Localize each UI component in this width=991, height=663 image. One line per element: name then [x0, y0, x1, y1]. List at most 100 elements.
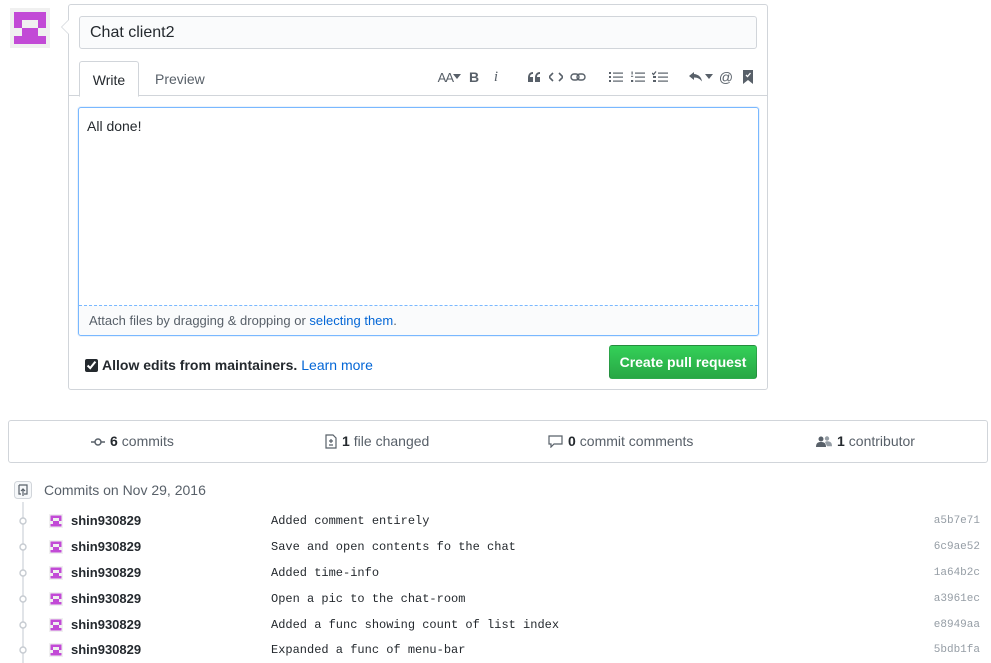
commit-row: shin930829 Added time-info 1a64b2c	[0, 560, 991, 586]
contributors-label: contributor	[848, 433, 915, 449]
tab-preview[interactable]: Preview	[143, 61, 217, 97]
code-icon	[549, 72, 563, 82]
comment-icon	[548, 435, 563, 448]
people-icon	[816, 436, 832, 447]
quote-button[interactable]	[525, 67, 543, 87]
allow-edits-option[interactable]: Allow edits from maintainers. Learn more	[85, 355, 373, 375]
commits-count: 6	[110, 433, 118, 449]
commit-author-avatar[interactable]	[49, 643, 63, 657]
link-button[interactable]	[569, 67, 587, 87]
mention-button[interactable]: @	[717, 67, 735, 87]
commit-group-header: Commits on Nov 29, 2016	[14, 478, 206, 502]
file-diff-icon	[325, 434, 337, 449]
create-pull-request-button[interactable]: Create pull request	[609, 345, 757, 379]
summary-commit-comments[interactable]: 0 commit comments	[548, 421, 693, 462]
commit-author-avatar[interactable]	[49, 566, 63, 580]
pr-summary-bar: 6 commits 1 file changed 0 commit commen…	[8, 420, 988, 463]
mention-icon: @	[718, 69, 734, 85]
commit-dot-icon	[19, 621, 27, 629]
ordered-list-button[interactable]	[629, 67, 647, 87]
commit-dot-icon	[19, 646, 27, 654]
ordered-list-icon	[631, 71, 645, 82]
commit-row: shin930829 Save and open contents fo the…	[0, 534, 991, 560]
learn-more-link[interactable]: Learn more	[301, 357, 373, 373]
user-avatar[interactable]	[10, 8, 50, 48]
commit-author-link[interactable]: shin930829	[71, 508, 141, 534]
commit-author-avatar[interactable]	[49, 618, 63, 632]
repo-push-icon	[14, 481, 32, 499]
commit-author-link[interactable]: shin930829	[71, 586, 141, 612]
commit-sha-link[interactable]: e8949aa	[934, 612, 980, 638]
allow-edits-label: Allow edits from maintainers.	[102, 357, 298, 373]
commit-row: shin930829 Added comment entirely a5b7e7…	[0, 508, 991, 534]
pr-title-input[interactable]	[79, 16, 757, 49]
commit-author-link[interactable]: shin930829	[71, 560, 141, 586]
commit-author-link[interactable]: shin930829	[71, 612, 141, 638]
commit-author-avatar[interactable]	[49, 540, 63, 554]
text-size-button[interactable]: AA	[438, 67, 461, 87]
commit-message-link[interactable]: Added comment entirely	[271, 508, 429, 534]
summary-contributors[interactable]: 1 contributor	[816, 421, 915, 462]
unordered-list-button[interactable]	[607, 67, 625, 87]
commit-author-link[interactable]: shin930829	[71, 534, 141, 560]
commit-group-title: Commits on Nov 29, 2016	[44, 482, 206, 498]
commit-sha-link[interactable]: a5b7e71	[934, 508, 980, 534]
commit-message-link[interactable]: Added time-info	[271, 560, 379, 586]
italic-button[interactable]: i	[487, 67, 505, 87]
commit-author-avatar[interactable]	[49, 514, 63, 528]
caret-down-icon	[705, 74, 713, 79]
commit-row: shin930829 Open a pic to the chat-room a…	[0, 586, 991, 612]
commit-sha-link[interactable]: 1a64b2c	[934, 560, 980, 586]
allow-edits-checkbox[interactable]	[85, 358, 98, 372]
files-label: file changed	[353, 433, 430, 449]
contributors-count: 1	[837, 433, 845, 449]
comment-body-textarea[interactable]: All done!	[79, 108, 758, 305]
commit-icon	[91, 437, 105, 446]
task-list-button[interactable]	[651, 67, 669, 87]
pull-request-compose-box: Write Preview AA B i	[61, 4, 768, 390]
attach-hint-text: Attach files by dragging & dropping or	[89, 313, 310, 328]
commit-message-link[interactable]: Added a func showing count of list index	[271, 612, 559, 638]
commit-message-link[interactable]: Expanded a func of menu-bar	[271, 637, 465, 663]
files-count: 1	[342, 433, 350, 449]
code-button[interactable]	[547, 67, 565, 87]
commit-dot-icon	[19, 569, 27, 577]
bold-icon: B	[468, 69, 480, 85]
tab-write[interactable]: Write	[79, 61, 139, 97]
commits-label: commits	[121, 433, 174, 449]
commit-dot-icon	[19, 595, 27, 603]
commit-sha-link[interactable]: a3961ec	[934, 586, 980, 612]
commit-author-avatar[interactable]	[49, 592, 63, 606]
bookmark-icon	[743, 70, 753, 84]
commit-message-link[interactable]: Open a pic to the chat-room	[271, 586, 465, 612]
comment-editor: All done! Attach files by dragging & dro…	[78, 107, 759, 336]
bold-button[interactable]: B	[465, 67, 483, 87]
summary-files-changed[interactable]: 1 file changed	[325, 421, 429, 462]
caret-down-icon	[453, 74, 461, 79]
commit-sha-link[interactable]: 5bdb1fa	[934, 637, 980, 663]
bookmark-button[interactable]	[739, 67, 757, 87]
commit-author-link[interactable]: shin930829	[71, 637, 141, 663]
editor-tabnav: Write Preview AA B i @	[69, 61, 767, 97]
comments-label: commit comments	[579, 433, 694, 449]
commit-row: shin930829 Expanded a func of menu-bar 5…	[0, 637, 991, 663]
reply-button[interactable]	[689, 67, 713, 87]
commit-message-link[interactable]: Save and open contents fo the chat	[271, 534, 516, 560]
comments-count: 0	[568, 433, 576, 449]
select-files-link[interactable]: selecting them	[309, 313, 393, 328]
commit-dot-icon	[19, 517, 27, 525]
markdown-toolbar: AA B i @	[436, 65, 759, 89]
quote-icon	[528, 72, 540, 82]
attach-files-hint[interactable]: Attach files by dragging & dropping or s…	[79, 305, 758, 335]
reply-icon	[689, 72, 702, 82]
attach-hint-suffix: .	[393, 313, 397, 328]
italic-icon: i	[493, 68, 499, 85]
link-icon	[570, 73, 586, 81]
commit-dot-icon	[19, 543, 27, 551]
summary-commits[interactable]: 6 commits	[91, 421, 174, 462]
text-size-icon: AA	[437, 69, 454, 85]
commit-sha-link[interactable]: 6c9ae52	[934, 534, 980, 560]
unordered-list-icon	[609, 72, 623, 82]
commit-row: shin930829 Added a func showing count of…	[0, 612, 991, 638]
task-list-icon	[652, 71, 668, 82]
